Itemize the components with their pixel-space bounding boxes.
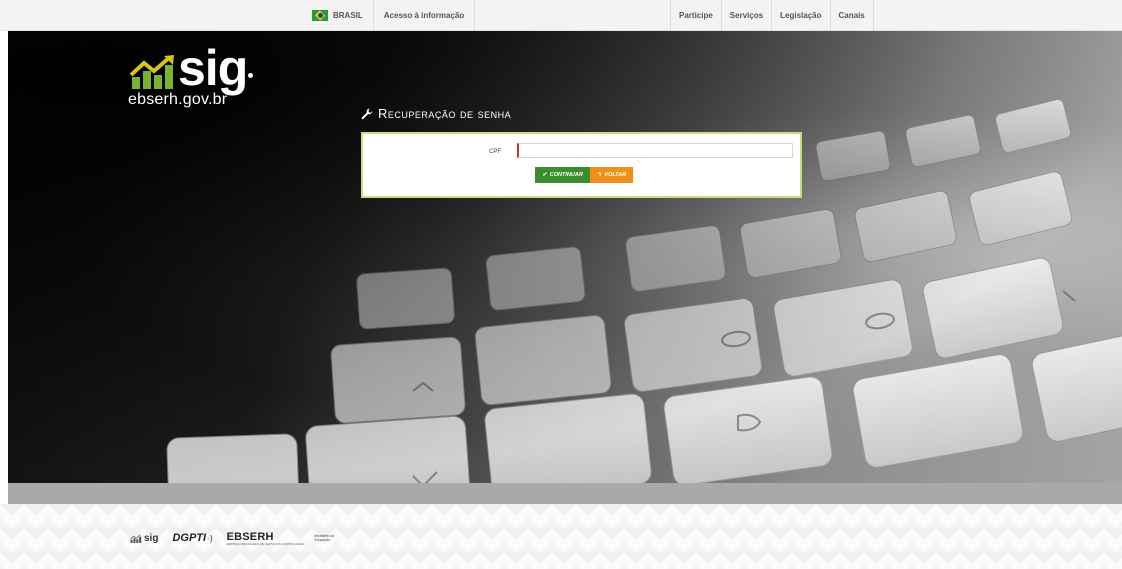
password-recovery-form: CPF ✔ CONTINUAR ↰ VOLTAR xyxy=(361,132,802,198)
footer-ministerio-line2: Educação xyxy=(314,538,330,542)
back-arrow-icon: ↰ xyxy=(596,172,602,178)
brazil-flag-icon xyxy=(312,10,328,21)
footer-dgpti-text: DGPTI xyxy=(172,532,207,544)
gov-nav: Participe Serviços Legislação Canais xyxy=(670,0,874,31)
logo-domain: ebserh.gov.br xyxy=(128,91,228,108)
hero-background: sig ebserh.gov.br Recuperação de senha C… xyxy=(8,31,1122,483)
footer-growth-chart-icon xyxy=(130,533,142,543)
hero-bottom-strip xyxy=(8,483,1122,504)
sig-logo-text: sig xyxy=(178,40,248,96)
cpf-label: CPF xyxy=(489,149,501,155)
gov-top-bar: BRASIL Acesso à informação Participe Ser… xyxy=(0,0,1122,31)
continue-label: CONTINUAR xyxy=(549,172,583,178)
footer-ebserh-tagline: EMPRESA BRASILEIRA DE SERVIÇOS HOSPITALA… xyxy=(226,541,305,546)
brasil-link[interactable]: BRASIL xyxy=(312,0,374,31)
access-information-label: Acesso à informação xyxy=(383,11,465,20)
footer-sig-text: sig xyxy=(144,532,159,544)
logo-dot xyxy=(248,73,253,78)
back-label: VOLTAR xyxy=(604,172,627,178)
wrench-icon xyxy=(361,108,373,120)
check-icon: ✔ xyxy=(542,172,547,178)
signal-wave-icon: ◦) xyxy=(207,534,213,543)
gov-left-group: BRASIL Acesso à informação xyxy=(312,0,476,31)
footer-ministerio-logo[interactable]: Ministério da Educação xyxy=(314,534,334,542)
panel-header: Recuperação de senha xyxy=(361,106,511,121)
footer-dgpti-logo[interactable]: DGPTI◦) xyxy=(172,532,212,544)
nav-servicos[interactable]: Serviços xyxy=(720,0,771,31)
footer: sig DGPTI◦) EBSERH EMPRESA BRASILEIRA DE… xyxy=(0,504,1122,569)
growth-chart-icon xyxy=(130,55,174,89)
cpf-input[interactable] xyxy=(517,143,793,158)
back-button[interactable]: ↰ VOLTAR xyxy=(590,167,633,183)
footer-sig-logo[interactable]: sig xyxy=(130,533,158,544)
nav-participe[interactable]: Participe xyxy=(670,0,721,31)
nav-canais[interactable]: Canais xyxy=(829,0,874,31)
sig-logo[interactable]: sig ebserh.gov.br xyxy=(128,40,278,115)
footer-ebserh-logo[interactable]: EBSERH EMPRESA BRASILEIRA DE SERVIÇOS HO… xyxy=(227,531,305,546)
continue-button[interactable]: ✔ CONTINUAR xyxy=(535,167,590,183)
footer-logos: sig DGPTI◦) EBSERH EMPRESA BRASILEIRA DE… xyxy=(130,531,334,546)
brasil-label: BRASIL xyxy=(333,11,363,20)
page-title: Recuperação de senha xyxy=(378,106,512,121)
access-information-link[interactable]: Acesso à informação xyxy=(374,0,476,31)
nav-legislacao[interactable]: Legislação xyxy=(771,0,829,31)
